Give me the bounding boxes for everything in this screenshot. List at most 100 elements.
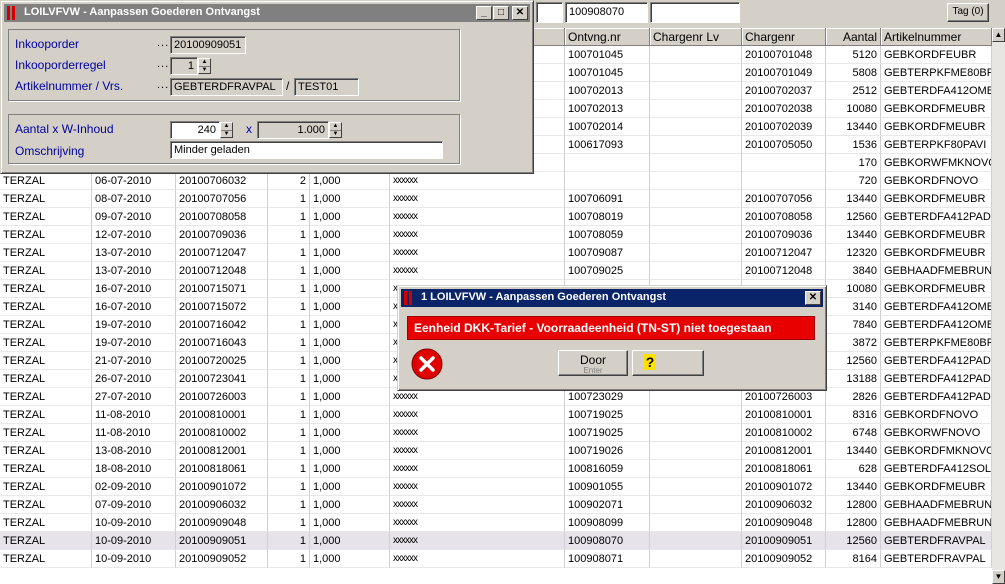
- header-artikelnummer[interactable]: Artikelnummer: [881, 28, 992, 46]
- table-row[interactable]: TERZAL 07-09-2010 20100906032 1 1,000 xxxxxx 1…: [0, 496, 992, 514]
- cell-relatie: TERZAL: [0, 244, 92, 262]
- cell-relatie: TERZAL: [0, 334, 92, 352]
- tag-button[interactable]: Tag (0): [947, 3, 989, 22]
- cell-aantal: 12560: [826, 532, 881, 550]
- cell-ontvng-nr: 100709025: [565, 262, 650, 280]
- header-chargenr[interactable]: Chargenr: [742, 28, 826, 46]
- cell-relatie: TERZAL: [0, 388, 92, 406]
- cell-ontvng-nr: 100719025: [565, 406, 650, 424]
- table-row[interactable]: TERZAL 18-08-2010 20100818061 1 1,000 xxxxxx 1…: [0, 460, 992, 478]
- cell-regel: 1: [268, 496, 310, 514]
- cell-ontvng-nr: [565, 154, 650, 172]
- cell-regel: 1: [268, 460, 310, 478]
- cell-masked: xxxxxx: [390, 442, 565, 460]
- cell-relatie: TERZAL: [0, 550, 92, 568]
- cell-chargenr-lv: [650, 154, 742, 172]
- cell-aantal: 13440: [826, 118, 881, 136]
- table-row[interactable]: TERZAL 09-07-2010 20100708058 1 1,000 xxxxxx 1…: [0, 208, 992, 226]
- scroll-up-icon[interactable]: ▲: [992, 28, 1005, 42]
- help-button[interactable]: ?: [632, 350, 704, 376]
- cell-chargenr: 20100909051: [742, 532, 826, 550]
- table-row[interactable]: TERZAL 02-09-2010 20100901072 1 1,000 xxxxxx 1…: [0, 478, 992, 496]
- cell-masked: xxxxxx: [390, 172, 565, 190]
- cell-relatie: TERZAL: [0, 370, 92, 388]
- inhoud-spinner[interactable]: ▲ ▼: [329, 122, 342, 138]
- cell-aantal: 6748: [826, 424, 881, 442]
- table-row[interactable]: TERZAL 12-07-2010 20100709036 1 1,000 xxxxxx 1…: [0, 226, 992, 244]
- cell-chargenr-lv: [650, 244, 742, 262]
- cell-datum: 12-07-2010: [92, 226, 176, 244]
- cell-aantal: 720: [826, 172, 881, 190]
- header-chargenr-lv[interactable]: Chargenr Lv: [650, 28, 742, 46]
- cell-ontvng-nr: 100902071: [565, 496, 650, 514]
- cell-ontvng-nr: 100701045: [565, 64, 650, 82]
- omschrijving-input[interactable]: Minder geladen: [170, 141, 443, 159]
- cell-chargenr-lv: [650, 478, 742, 496]
- close-icon[interactable]: ✕: [512, 6, 528, 20]
- table-row[interactable]: TERZAL 13-07-2010 20100712047 1 1,000 xxxxxx 1…: [0, 244, 992, 262]
- cell-regel: 1: [268, 514, 310, 532]
- app-icon: [7, 6, 19, 20]
- cell-artikelnummer: GEBTERDFRAVPAL: [881, 532, 992, 550]
- cell-chargenr: 20100712047: [742, 244, 826, 262]
- aantal-input[interactable]: 240: [170, 121, 220, 139]
- inkooporderregel-spinner[interactable]: ▲ ▼: [198, 58, 211, 74]
- maximize-icon[interactable]: □: [493, 6, 509, 20]
- aantal-spinner[interactable]: ▲ ▼: [220, 122, 233, 138]
- table-row[interactable]: TERZAL 13-07-2010 20100712048 1 1,000 xxxxxx 1…: [0, 262, 992, 280]
- times-label: x: [246, 122, 252, 136]
- cell-chargenr-lv: [650, 532, 742, 550]
- cell-aantal: 10080: [826, 100, 881, 118]
- cell-artikelnummer: GEBKORDFMEUBR: [881, 118, 992, 136]
- cell-masked: xxxxxx: [390, 424, 565, 442]
- cell-chargenr: 20100701049: [742, 64, 826, 82]
- cell-artikelnummer: GEBKORDFMEUBR: [881, 478, 992, 496]
- table-row[interactable]: TERZAL 11-08-2010 20100810002 1 1,000 xxxxxx 1…: [0, 424, 992, 442]
- table-row[interactable]: TERZAL 10-09-2010 20100909052 1 1,000 xxxxxx 1…: [0, 550, 992, 568]
- scroll-down-icon[interactable]: ▼: [992, 570, 1005, 584]
- cell-ontvng-nr: 100702013: [565, 100, 650, 118]
- cell-ordernr: 20100716042: [176, 316, 268, 334]
- cell-chargenr-lv: [650, 226, 742, 244]
- cell-artikelnummer: GEBTERDFA412PAD: [881, 352, 992, 370]
- cell-relatie: TERZAL: [0, 172, 92, 190]
- minimize-icon[interactable]: _: [476, 6, 492, 20]
- table-row[interactable]: TERZAL 06-07-2010 20100706032 2 1,000 xxxxxx 7…: [0, 172, 992, 190]
- filter-field-1[interactable]: [536, 2, 563, 23]
- cell-datum: 19-07-2010: [92, 316, 176, 334]
- cell-artikelnummer: GEBTERDFRAVPAL: [881, 550, 992, 568]
- error-dialog-titlebar[interactable]: 1 LOILVFVW - Aanpassen Goederen Ontvangs…: [401, 289, 823, 307]
- cell-inhoud: 1,000: [310, 388, 390, 406]
- cell-relatie: TERZAL: [0, 298, 92, 316]
- cell-artikelnummer: GEBTERDFA412PAD: [881, 370, 992, 388]
- inkooporder-field: 20100909051: [170, 36, 246, 54]
- header-ontvng-nr[interactable]: Ontvng.nr: [565, 28, 650, 46]
- cell-masked: xxxxxx: [390, 190, 565, 208]
- cell-ordernr: 20100708058: [176, 208, 268, 226]
- cell-masked: xxxxxx: [390, 532, 565, 550]
- cell-inhoud: 1,000: [310, 298, 390, 316]
- inkooporder-label: Inkooporder: [15, 37, 80, 51]
- door-button[interactable]: Door Enter: [558, 350, 628, 376]
- filter-field-3[interactable]: [650, 2, 740, 23]
- table-row[interactable]: TERZAL 11-08-2010 20100810001 1 1,000 xxxxxx 1…: [0, 406, 992, 424]
- grid-scrollbar[interactable]: ▲ ▼: [992, 28, 1005, 584]
- cell-chargenr: 20100709036: [742, 226, 826, 244]
- cell-aantal: 12320: [826, 244, 881, 262]
- table-row-selected[interactable]: TERZAL 10-09-2010 20100909051 1 1,000 xxxxxx 1…: [0, 532, 992, 550]
- cell-masked: xxxxxx: [390, 262, 565, 280]
- edit-window-titlebar[interactable]: LOILVFVW - Aanpassen Goederen Ontvangst …: [4, 4, 530, 22]
- filter-field-ontvangst[interactable]: 100908070: [565, 2, 648, 23]
- versie-field: TEST01: [294, 78, 359, 96]
- table-row[interactable]: TERZAL 10-09-2010 20100909048 1 1,000 xxxxxx 1…: [0, 514, 992, 532]
- header-aantal[interactable]: Aantal: [826, 28, 881, 46]
- cell-ordernr: 20100712047: [176, 244, 268, 262]
- table-row[interactable]: TERZAL 13-08-2010 20100812001 1 1,000 xxxxxx 1…: [0, 442, 992, 460]
- cell-ontvng-nr: 100702014: [565, 118, 650, 136]
- cell-ordernr: 20100909051: [176, 532, 268, 550]
- cell-inhoud: 1,000: [310, 370, 390, 388]
- cell-inhoud: 1,000: [310, 424, 390, 442]
- cell-datum: 10-09-2010: [92, 514, 176, 532]
- table-row[interactable]: TERZAL 08-07-2010 20100707056 1 1,000 xxxxxx 1…: [0, 190, 992, 208]
- close-icon[interactable]: ✕: [805, 291, 821, 305]
